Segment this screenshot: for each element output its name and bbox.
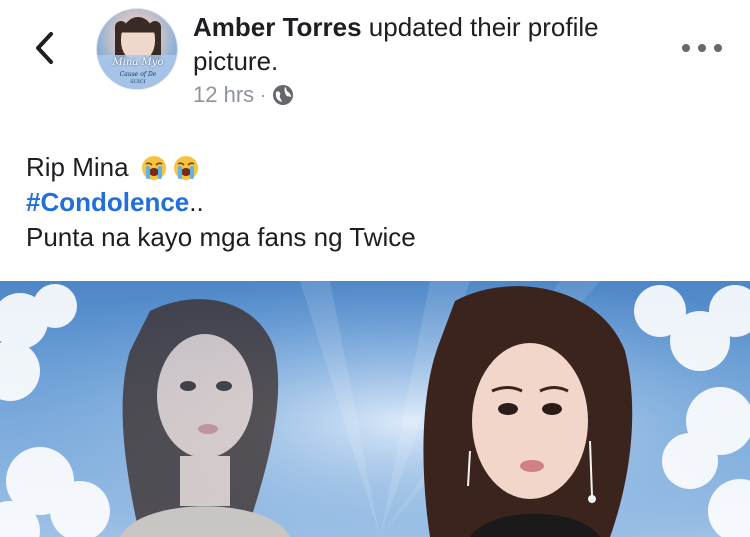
- loudly-crying-face-emoji-icon: [141, 155, 166, 180]
- more-dot: [714, 44, 722, 52]
- more-dot: [698, 44, 706, 52]
- post-text-line-3: Punta na kayo mga fans ng Twice: [26, 220, 726, 255]
- post-text: Rip Mina #Condolence.. Punta na kayo mga…: [26, 150, 726, 255]
- post-time[interactable]: 12 hrs: [193, 82, 254, 108]
- avatar-text-line2: Cause of De: [119, 71, 157, 78]
- hashtag-link[interactable]: #Condolence: [26, 185, 189, 220]
- post-text-line-2: #Condolence..: [26, 185, 726, 220]
- facebook-post: Mina Myo Cause of De SUICI Amber Torres …: [0, 0, 750, 537]
- post-line1: Rip Mina: [26, 152, 129, 182]
- post-text-line-1: Rip Mina: [26, 150, 726, 185]
- post-meta: 12 hrs ·: [193, 80, 294, 110]
- photo-artwork: [0, 281, 750, 537]
- globe-icon[interactable]: [272, 84, 294, 106]
- more-options-button[interactable]: [682, 36, 722, 60]
- post-headline: Amber Torres updated their profile pictu…: [193, 10, 633, 78]
- avatar-text-line3: SUICI: [130, 79, 146, 85]
- back-button[interactable]: [26, 28, 62, 68]
- author-name[interactable]: Amber Torres: [193, 12, 362, 42]
- meta-separator: ·: [260, 84, 267, 105]
- loudly-crying-face-emoji-icon: [173, 155, 198, 180]
- post-photo[interactable]: [0, 281, 750, 537]
- hashtag-suffix: ..: [189, 187, 204, 217]
- chevron-left-icon: [36, 32, 53, 64]
- avatar-text-line1: Mina Myo: [112, 57, 164, 68]
- post-line3: Punta na kayo mga fans ng Twice: [26, 222, 416, 252]
- author-avatar[interactable]: Mina Myo Cause of De SUICI: [96, 8, 178, 90]
- more-dot: [682, 44, 690, 52]
